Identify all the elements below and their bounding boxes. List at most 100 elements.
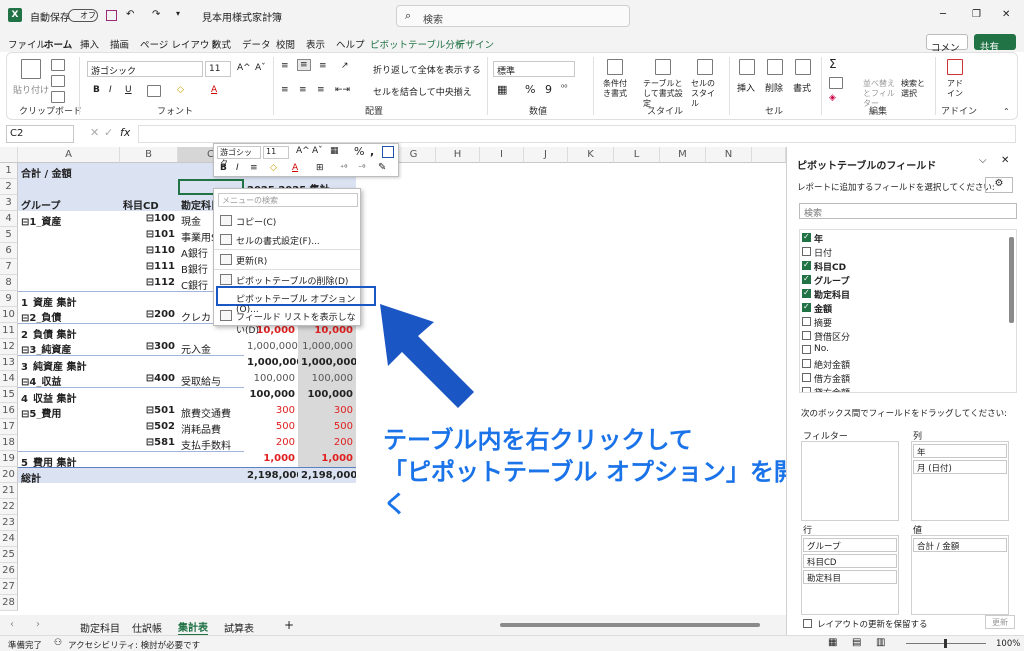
column-header-b[interactable]: B bbox=[120, 147, 178, 163]
minimize-icon[interactable]: ─ bbox=[940, 9, 946, 20]
update-button[interactable]: 更新 bbox=[985, 615, 1015, 629]
pivot-cell[interactable]: 500 bbox=[298, 419, 356, 435]
row-header[interactable]: 5 bbox=[0, 227, 18, 243]
font-color-icon[interactable]: A bbox=[211, 85, 217, 95]
field-item[interactable]: 勘定科目 bbox=[802, 288, 850, 301]
increase-font-icon[interactable]: A^ bbox=[237, 63, 251, 73]
zoom-level[interactable]: 100% bbox=[996, 639, 1020, 649]
row-header[interactable]: 26 bbox=[0, 563, 18, 579]
pivot-cell[interactable]: ⊟1_資産 bbox=[18, 211, 120, 227]
autosave-toggle[interactable]: オフ bbox=[68, 9, 98, 22]
pivot-cell[interactable]: ⊟5_費用 bbox=[18, 403, 120, 419]
decimal-icon[interactable]: ⁰⁰ bbox=[561, 83, 567, 92]
mini-decimal-dec-icon[interactable]: ⁻⁰ bbox=[358, 163, 365, 172]
cancel-formula-icon[interactable]: ✕ bbox=[90, 126, 99, 139]
fill-icon[interactable] bbox=[829, 77, 843, 89]
field-item[interactable]: 日付 bbox=[802, 246, 832, 259]
field-item[interactable]: 借方金額 bbox=[802, 372, 850, 385]
align-middle-icon[interactable]: ≡ bbox=[297, 59, 311, 71]
mini-font-combo[interactable]: 游ゴシック bbox=[217, 146, 261, 168]
field-checkbox[interactable] bbox=[802, 274, 811, 284]
format-cells-icon[interactable] bbox=[795, 59, 811, 75]
field-search-input[interactable]: 検索 bbox=[799, 203, 1017, 219]
tab-pivot-analyze[interactable]: ピボットテーブル分析 bbox=[370, 37, 464, 51]
wrap-text-button[interactable]: 折り返して全体を表示する bbox=[373, 63, 481, 76]
menu-item-hide-field-list[interactable]: フィールド リストを表示しない(D) bbox=[236, 310, 360, 336]
row-header[interactable]: 7 bbox=[0, 259, 18, 275]
pivot-field-code[interactable]: 科目CD bbox=[120, 195, 178, 211]
pivot-subtotal[interactable]: 2_負債 集計 bbox=[18, 323, 244, 339]
format-button[interactable]: 書式 bbox=[793, 81, 811, 94]
redo-icon[interactable]: ↷ bbox=[152, 9, 160, 20]
pivot-cell[interactable]: ⊟581 bbox=[120, 435, 178, 451]
values-item[interactable]: 合計 / 金額 bbox=[913, 538, 1007, 552]
values-area[interactable]: 合計 / 金額 bbox=[911, 535, 1009, 615]
columns-item[interactable]: 年 bbox=[913, 444, 1007, 458]
pivot-cell[interactable]: ⊟2_負債 bbox=[18, 307, 120, 323]
pivot-cell[interactable]: 500 bbox=[244, 419, 298, 435]
field-item[interactable]: 貸方金額 bbox=[802, 386, 850, 392]
pivot-cell[interactable]: 消耗品費 bbox=[178, 419, 244, 435]
row-header[interactable]: 20 bbox=[0, 467, 18, 483]
tab-review[interactable]: 校閲 bbox=[276, 37, 295, 51]
pivot-cell[interactable]: ⊟200 bbox=[120, 307, 178, 323]
row-header[interactable]: 2 bbox=[0, 179, 18, 195]
conditional-format-button[interactable]: 条件付き書式 bbox=[603, 79, 633, 99]
collapse-ribbon-icon[interactable]: ⌃ bbox=[1003, 107, 1010, 116]
pivot-cell[interactable]: ⊟501 bbox=[120, 403, 178, 419]
column-header-i[interactable]: I bbox=[480, 147, 524, 163]
formula-bar[interactable] bbox=[138, 125, 1016, 143]
field-checkbox[interactable] bbox=[802, 232, 811, 242]
pivot-subtotal[interactable]: 1_資産 集計 bbox=[18, 291, 214, 307]
gear-icon[interactable]: ⚙ bbox=[985, 177, 1013, 193]
row-header[interactable]: 13 bbox=[0, 355, 18, 371]
align-left-icon[interactable]: ≡ bbox=[281, 85, 289, 95]
font-size-combo[interactable]: 11 bbox=[205, 61, 231, 77]
insert-cells-icon[interactable] bbox=[739, 59, 755, 75]
row-header[interactable]: 21 bbox=[0, 483, 18, 499]
row-header[interactable]: 4 bbox=[0, 211, 18, 227]
pivot-cell[interactable]: 現金 bbox=[178, 211, 214, 227]
tab-page-layout[interactable]: ページ レイアウト bbox=[140, 37, 219, 51]
row-header[interactable]: 28 bbox=[0, 595, 18, 611]
confirm-formula-icon[interactable]: ✓ bbox=[104, 126, 113, 139]
pivot-grand-total[interactable]: 総計 bbox=[18, 467, 244, 483]
pane-close-icon[interactable]: ✕ bbox=[1001, 155, 1009, 166]
merge-center-button[interactable]: セルを結合して中央揃え bbox=[373, 85, 472, 98]
mini-size-combo[interactable]: 11 bbox=[263, 146, 289, 159]
horizontal-scrollbar[interactable] bbox=[500, 623, 760, 627]
pivot-cell[interactable]: 300 bbox=[298, 403, 356, 419]
mini-bold-icon[interactable]: B bbox=[220, 163, 227, 173]
row-header[interactable]: 22 bbox=[0, 499, 18, 515]
mini-comma-icon[interactable]: , bbox=[370, 145, 374, 158]
pivot-cell[interactable]: ⊟3_純資産 bbox=[18, 339, 120, 355]
rows-item[interactable]: 勘定科目 bbox=[803, 570, 897, 584]
name-box[interactable]: C2 bbox=[6, 125, 74, 143]
pivot-cell[interactable]: ⊟100 bbox=[120, 211, 178, 227]
pivot-cell[interactable]: 2,198,000 bbox=[298, 467, 356, 483]
column-header-j[interactable]: J bbox=[524, 147, 568, 163]
column-header-k[interactable]: K bbox=[568, 147, 614, 163]
field-item[interactable]: No. bbox=[802, 344, 829, 354]
conditional-format-icon[interactable] bbox=[607, 59, 623, 75]
pivot-cell[interactable]: 100,000 bbox=[298, 387, 356, 403]
align-center-icon[interactable]: ≡ bbox=[299, 85, 307, 95]
mini-percent-icon[interactable]: % bbox=[354, 145, 364, 158]
clear-icon[interactable]: ◈ bbox=[829, 93, 836, 103]
pivot-cell[interactable]: 旅費交通費 bbox=[178, 403, 244, 419]
addins-icon[interactable] bbox=[947, 59, 963, 75]
add-sheet-icon[interactable]: + bbox=[284, 618, 294, 632]
field-item[interactable]: 金額 bbox=[802, 302, 832, 315]
field-checkbox[interactable] bbox=[802, 302, 811, 312]
comment-button[interactable]: コメント bbox=[926, 34, 968, 68]
page-layout-view-icon[interactable]: ▤ bbox=[852, 637, 861, 648]
select-all-corner[interactable] bbox=[0, 147, 18, 163]
comma-icon[interactable]: 9 bbox=[545, 83, 552, 96]
pivot-cell[interactable]: ⊟502 bbox=[120, 419, 178, 435]
delete-cells-icon[interactable] bbox=[767, 59, 783, 75]
chevron-down-icon[interactable]: ⌵ bbox=[268, 9, 274, 19]
rows-item[interactable]: グループ bbox=[803, 538, 897, 552]
pivot-cell[interactable]: ⊟110 bbox=[120, 243, 178, 259]
mini-fill-icon[interactable]: ◇ bbox=[270, 163, 277, 173]
addins-button[interactable]: アドイン bbox=[947, 79, 967, 99]
